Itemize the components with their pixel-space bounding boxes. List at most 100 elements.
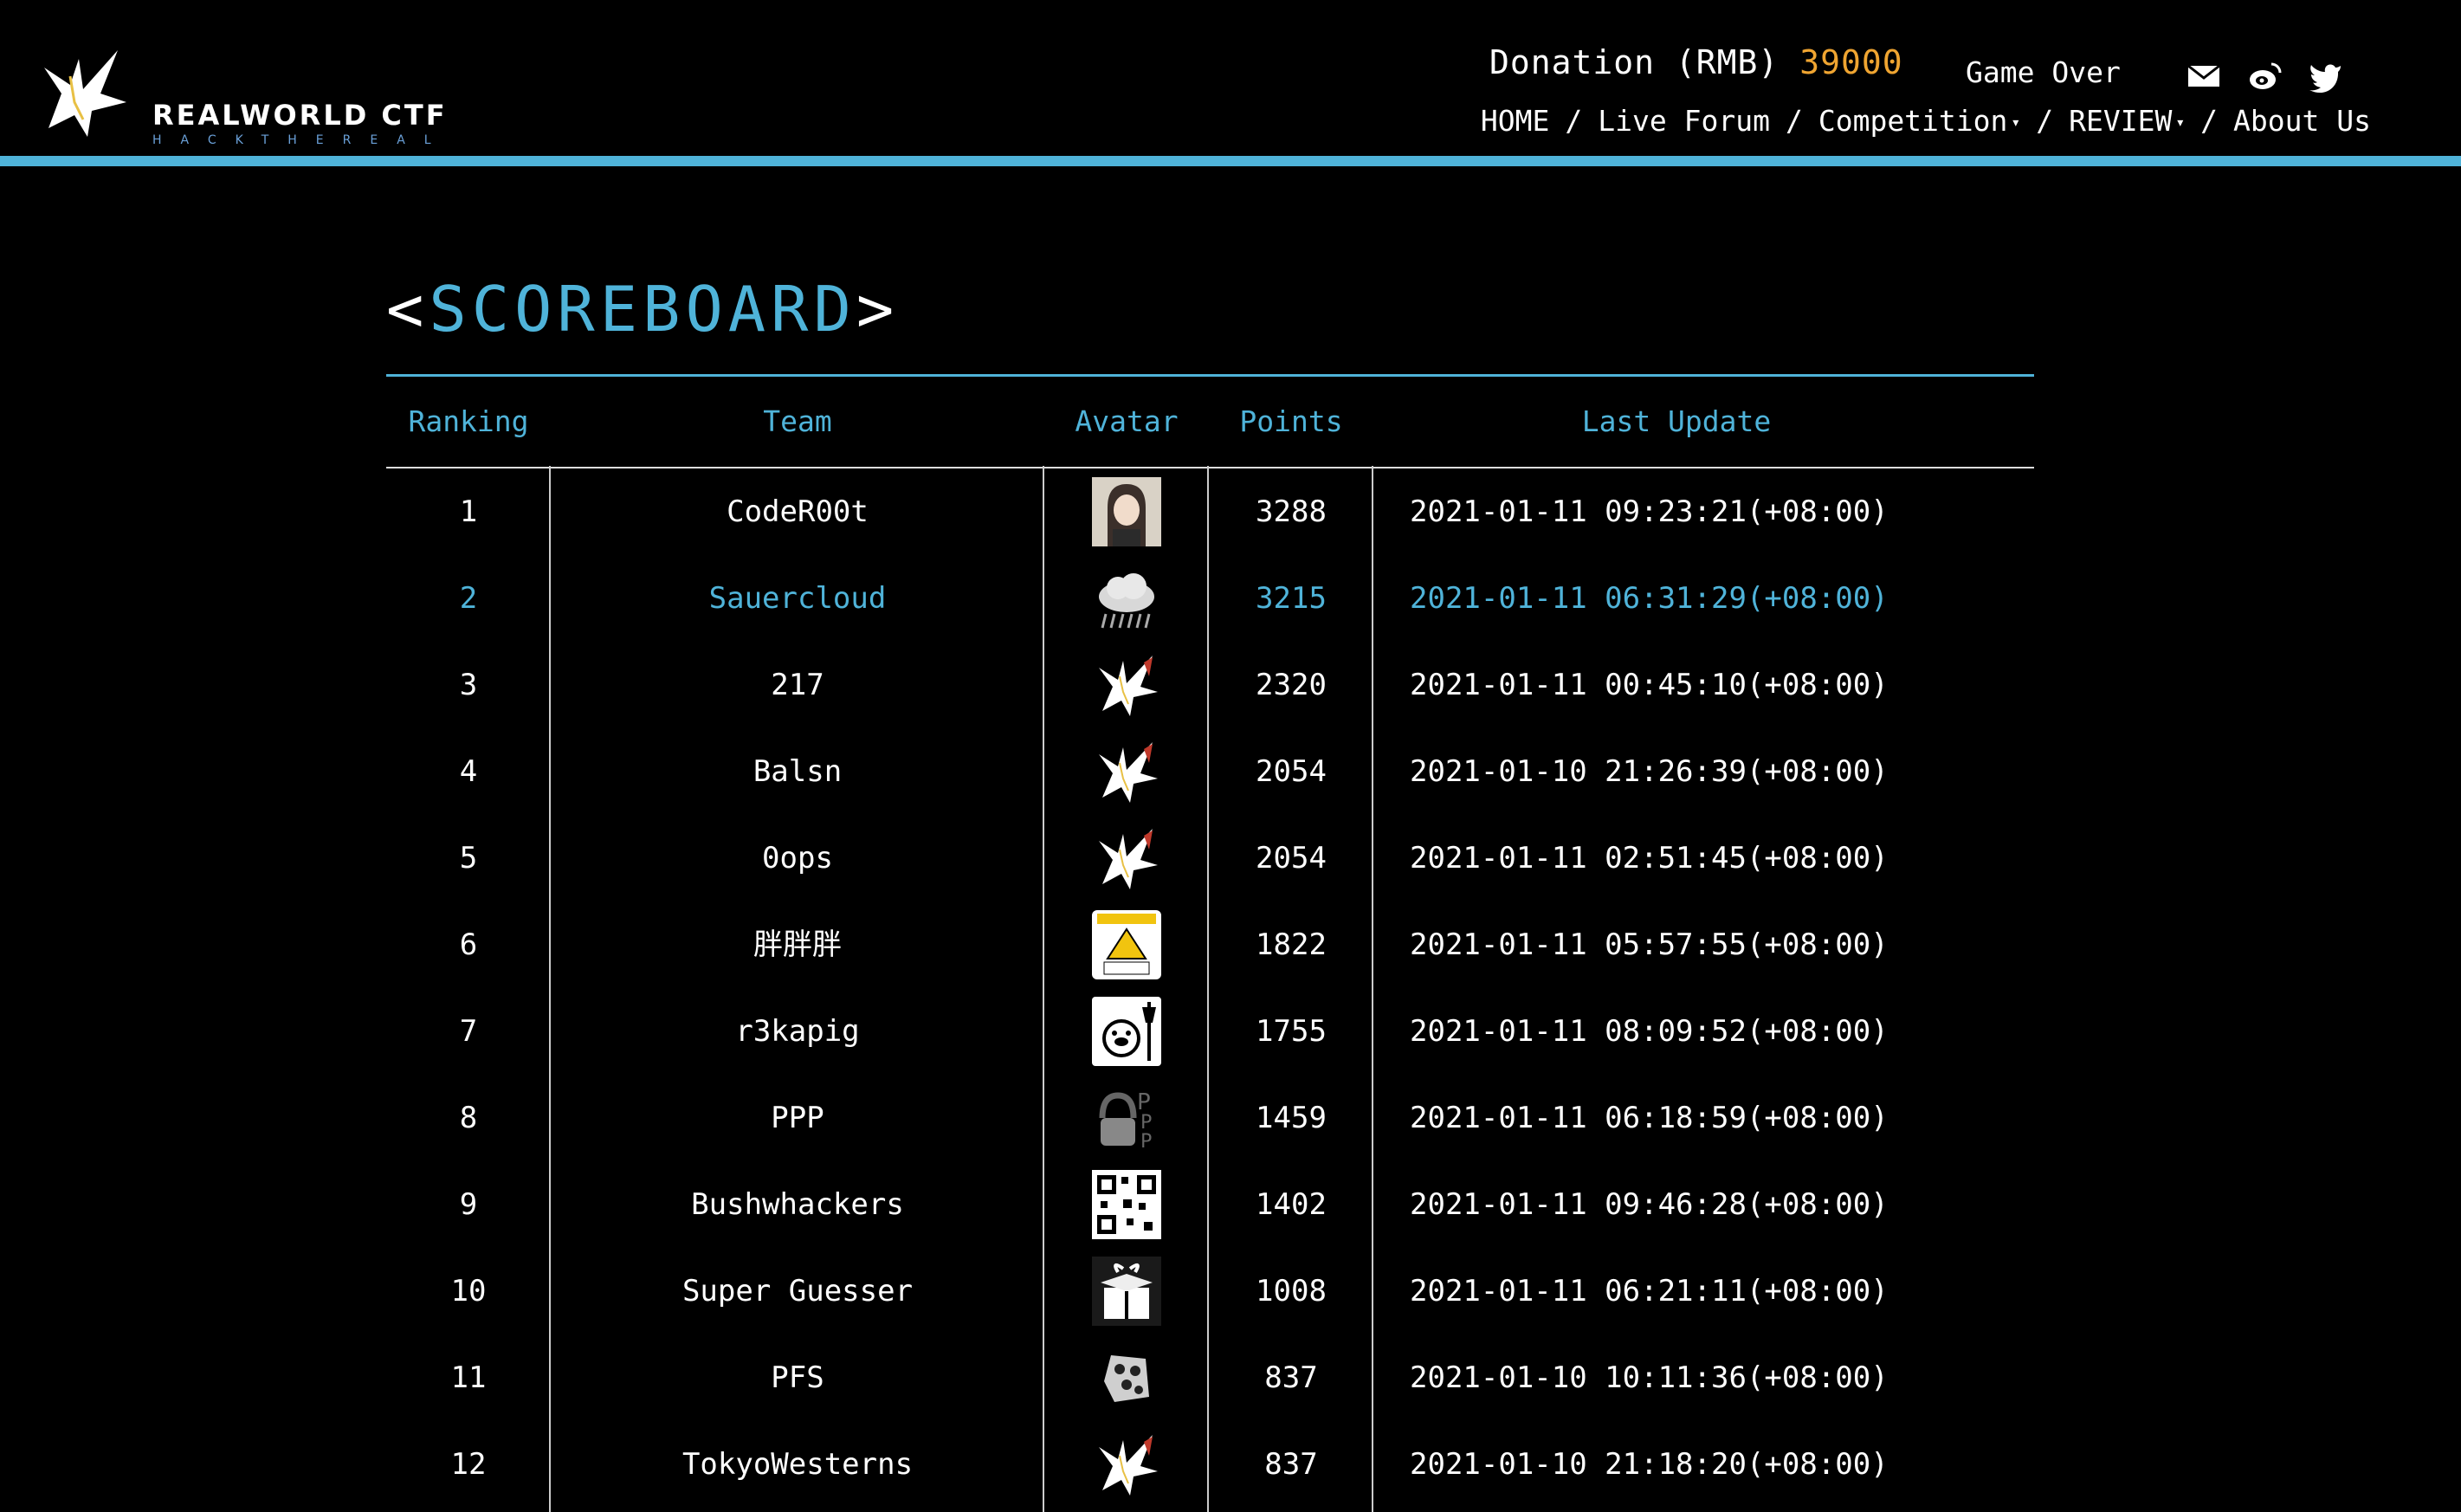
nav-review[interactable]: REVIEW ▾ — [2069, 104, 2185, 138]
last-update-cell: 2021-01-11 06:31:29(+08:00) — [1410, 581, 1889, 616]
team-avatar — [1044, 1248, 1209, 1334]
rank-cell: 5 — [459, 841, 478, 876]
pig-avatar — [1092, 997, 1161, 1066]
table-row: 9 Bushwhackers 1402 2021-01-11 09:46:28(+08… — [386, 1161, 2034, 1248]
nav-home[interactable]: HOME — [1481, 104, 1549, 138]
team-name[interactable]: PFS — [551, 1334, 1044, 1421]
nav-competition[interactable]: Competition ▾ — [1818, 104, 2020, 138]
header-divider — [0, 156, 2461, 166]
table-row: 7 r3kapig 1755 2021-01-11 08:09:52(+08:00) — [386, 988, 2034, 1075]
team-avatar — [1044, 555, 1209, 642]
chevron-down-icon: ▾ — [2011, 113, 2021, 132]
points-cell: 1459 — [1256, 1101, 1327, 1135]
cloud-avatar — [1092, 564, 1161, 633]
scoreboard-table: Ranking Team Avatar Points Last Update 1… — [386, 374, 2034, 1508]
team-name[interactable]: Sauercloud — [551, 555, 1044, 642]
caution-sign-avatar — [1092, 910, 1161, 979]
rank-cell: 10 — [450, 1274, 487, 1308]
table-row: 6 胖胖胖 1822 2021-01-11 05:57:55(+08:00) — [386, 901, 2034, 988]
rank-cell: 6 — [459, 927, 478, 962]
team-avatar — [1044, 815, 1209, 901]
rank-cell: 1 — [459, 494, 478, 529]
table-header: Ranking Team Avatar Points Last Update — [386, 374, 2034, 468]
points-cell: 2054 — [1256, 754, 1327, 789]
donation-amount: 39000 — [1799, 43, 1903, 81]
page-title: <SCOREBOARD> — [386, 273, 899, 346]
points-cell: 2320 — [1256, 668, 1327, 702]
col-avatar: Avatar — [1075, 404, 1179, 438]
points-cell: 2054 — [1256, 841, 1327, 876]
rank-cell: 8 — [459, 1101, 478, 1135]
team-name[interactable]: Balsn — [551, 728, 1044, 815]
table-body: 1 CodeR00t 3288 2021-01-11 09:23:21(+08:00)… — [386, 468, 2034, 1508]
team-avatar: PPP — [1044, 1075, 1209, 1161]
donation-counter: Donation (RMB) 39000 — [1489, 43, 1903, 81]
table-row: 2 Sauercloud 3215 2021-01-11 06:31:29(+08:0… — [386, 555, 2034, 642]
rank-cell: 4 — [459, 754, 478, 789]
table-row: 8 PPP P P P 1459 2021-01-11 06:18:59(+08:00) — [386, 1075, 2034, 1161]
title-word: SCOREBOARD — [429, 273, 856, 346]
rank-cell: 7 — [459, 1014, 478, 1049]
team-avatar — [1044, 1161, 1209, 1248]
rank-cell: 12 — [450, 1447, 487, 1482]
qr-code-avatar — [1092, 1170, 1161, 1239]
mail-icon[interactable] — [2186, 59, 2221, 94]
table-row: 3 217 2320 2021-01-11 00:45:10(+08:00) — [386, 642, 2034, 728]
last-update-cell: 2021-01-10 10:11:36(+08:00) — [1410, 1360, 1889, 1395]
team-name[interactable]: TokyoWesterns — [551, 1421, 1044, 1508]
team-avatar — [1044, 901, 1209, 988]
team-name[interactable]: 胖胖胖 — [551, 901, 1044, 988]
site-header: REALWORLD CTF HACKTHEREAL Donation (RMB)… — [0, 0, 2461, 156]
points-cell: 3288 — [1256, 494, 1327, 529]
points-cell: 1822 — [1256, 927, 1327, 962]
nav-live-forum[interactable]: Live Forum — [1598, 104, 1770, 138]
game-status: Game Over — [1966, 55, 2121, 89]
team-name[interactable]: r3kapig — [551, 988, 1044, 1075]
logo-subtitle: HACKTHEREAL — [152, 133, 450, 147]
dragon-avatar — [1092, 737, 1161, 806]
rank-cell: 11 — [450, 1360, 487, 1395]
twitter-icon[interactable] — [2308, 59, 2342, 94]
donation-label: Donation (RMB) — [1489, 43, 1780, 81]
last-update-cell: 2021-01-10 21:26:39(+08:00) — [1410, 754, 1889, 789]
table-row: 5 0ops 2054 2021-01-11 02:51:45(+08:00) — [386, 815, 2034, 901]
column-divider — [1372, 466, 1373, 1512]
nav-about-us[interactable]: About Us — [2233, 104, 2371, 138]
team-name[interactable]: Super Guesser — [551, 1248, 1044, 1334]
team-name[interactable]: Bushwhackers — [551, 1161, 1044, 1248]
rank-cell: 3 — [459, 668, 478, 702]
col-team: Team — [763, 404, 832, 438]
points-cell: 837 — [1264, 1447, 1318, 1482]
last-update-cell: 2021-01-11 06:18:59(+08:00) — [1410, 1101, 1889, 1135]
site-logo[interactable]: REALWORLD CTF HACKTHEREAL — [31, 42, 445, 156]
dragon-logo-icon — [44, 50, 126, 137]
team-name[interactable]: CodeR00t — [551, 468, 1044, 555]
team-name[interactable]: PPP — [551, 1075, 1044, 1161]
nav-separator: / — [2200, 104, 2219, 138]
team-avatar — [1044, 468, 1209, 555]
main-nav: HOME / Live Forum / Competition ▾ / REVIE… — [1481, 104, 2371, 138]
dice-avatar — [1092, 1343, 1161, 1412]
table-row: 4 Balsn 2054 2021-01-10 21:26:39(+08:00) — [386, 728, 2034, 815]
logo-title: REALWORLD CTF — [152, 99, 448, 132]
nav-separator: / — [2036, 104, 2054, 138]
column-divider — [1043, 466, 1044, 1512]
rank-cell: 9 — [459, 1187, 478, 1222]
last-update-cell: 2021-01-11 09:23:21(+08:00) — [1410, 494, 1889, 529]
team-avatar — [1044, 1334, 1209, 1421]
social-icons — [2186, 59, 2342, 94]
gift-box-avatar — [1092, 1257, 1161, 1326]
team-avatar — [1044, 988, 1209, 1075]
last-update-cell: 2021-01-11 09:46:28(+08:00) — [1410, 1187, 1889, 1222]
table-row: 11 PFS 837 2021-01-10 10:11:36(+08:00) — [386, 1334, 2034, 1421]
weibo-icon[interactable] — [2247, 59, 2282, 94]
team-name[interactable]: 0ops — [551, 815, 1044, 901]
dragon-avatar — [1092, 824, 1161, 893]
team-avatar — [1044, 642, 1209, 728]
ppp-lock-avatar: PPP — [1092, 1083, 1161, 1153]
team-avatar — [1044, 728, 1209, 815]
last-update-cell: 2021-01-11 08:09:52(+08:00) — [1410, 1014, 1889, 1049]
table-row: 10 Super Guesser 1008 2021-01-11 06:21:11(+… — [386, 1248, 2034, 1334]
team-name[interactable]: 217 — [551, 642, 1044, 728]
col-last-update: Last Update — [1581, 404, 1772, 438]
